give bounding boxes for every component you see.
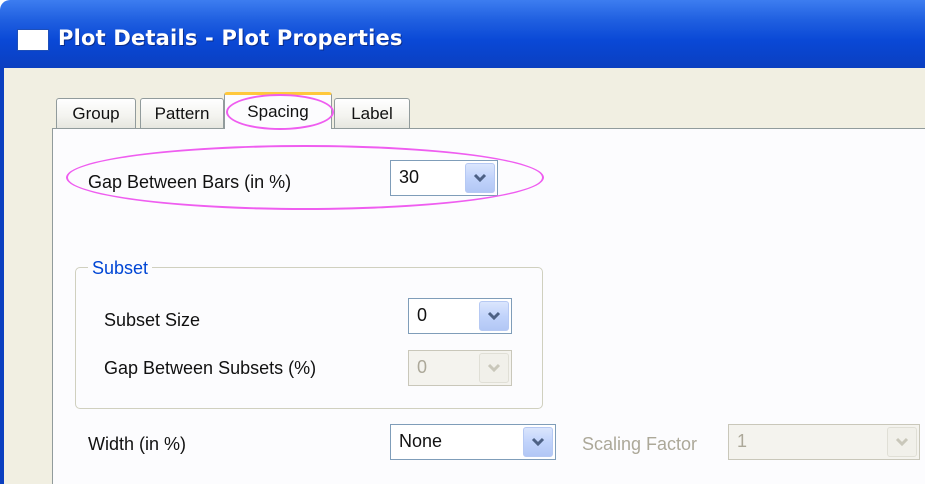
scaling-factor-label: Scaling Factor xyxy=(582,434,698,454)
subset-size-value: 0 xyxy=(417,305,428,325)
scaling-factor-value: 1 xyxy=(737,431,748,451)
chevron-down-icon xyxy=(531,437,545,447)
gap-between-subsets-dropdown-button xyxy=(479,353,509,383)
subset-groupbox-title: Subset xyxy=(88,258,153,279)
tab-group[interactable]: Group xyxy=(56,98,136,128)
gap-between-bars-combo[interactable]: 30 xyxy=(390,160,498,196)
chevron-down-icon xyxy=(473,173,487,183)
subset-groupbox xyxy=(75,267,543,409)
width-dropdown-button[interactable] xyxy=(523,427,553,457)
tab-pattern[interactable]: Pattern xyxy=(140,98,224,128)
tab-label[interactable]: Label xyxy=(334,98,410,128)
width-label: Width (in %) xyxy=(88,434,187,454)
gap-between-subsets-combo: 0 xyxy=(408,350,512,386)
scaling-factor-dropdown-button xyxy=(887,427,917,457)
chevron-down-icon xyxy=(487,363,501,373)
chevron-down-icon xyxy=(895,437,909,447)
subset-size-label: Subset Size xyxy=(104,310,201,330)
subset-size-combo[interactable]: 0 xyxy=(408,298,512,334)
window-icon xyxy=(18,30,48,50)
tab-spacing[interactable]: Spacing xyxy=(224,92,332,129)
width-value: None xyxy=(399,431,443,451)
gap-between-subsets-label: Gap Between Subsets (%) xyxy=(104,358,317,378)
width-combo[interactable]: None xyxy=(390,424,556,460)
window-title: Plot Details - Plot Properties xyxy=(58,26,403,50)
gap-between-bars-value: 30 xyxy=(399,167,420,187)
scaling-factor-combo: 1 xyxy=(728,424,920,460)
gap-between-bars-dropdown-button[interactable] xyxy=(465,163,495,193)
gap-between-bars-label: Gap Between Bars (in %) xyxy=(88,172,292,192)
subset-size-dropdown-button[interactable] xyxy=(479,301,509,331)
title-bar[interactable]: Plot Details - Plot Properties xyxy=(0,0,925,68)
chevron-down-icon xyxy=(487,311,501,321)
gap-between-subsets-value: 0 xyxy=(417,357,428,377)
